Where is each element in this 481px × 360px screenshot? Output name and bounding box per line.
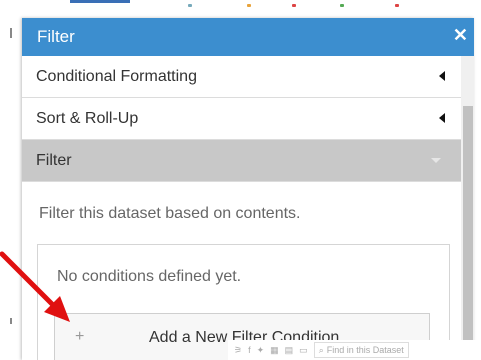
search-icon: ⌕ [318,344,324,355]
no-conditions-text: No conditions defined yet. [57,268,242,285]
accordion-sort-rollup[interactable]: Sort & Roll-Up [22,98,461,140]
filter-panel: Filter ✕ Conditional Formatting Sort & R… [22,18,474,360]
search-input[interactable]: ⌕ Find in this Dataset [313,342,409,358]
background-dot [395,4,399,7]
grid-view-icon[interactable]: ▦ [270,345,279,356]
background-blue-line [70,0,130,3]
accordion-filter[interactable]: Filter [22,140,461,182]
caret-left-icon [439,71,445,81]
panel-title: Filter [37,27,75,46]
list-view-icon[interactable]: ▭ [299,345,308,356]
arrow-shaft [0,251,59,311]
search-placeholder: Find in this Dataset [326,345,404,355]
background-dot [292,4,296,7]
plus-icon: + [75,328,85,345]
panel-scrollbar[interactable] [461,56,474,360]
caret-left-icon [439,113,445,123]
background-dot [188,4,192,7]
table-view-icon[interactable]: ▤ [285,345,294,356]
twitter-icon[interactable]: ✦ [257,345,265,356]
red-arrow-annotation [0,251,70,322]
panel-header: Filter ✕ [22,18,474,56]
background-footer-toolbar: ⚞ f ✦ ▦ ▤ ▭ ⌕ Find in this Dataset [228,340,480,360]
accordion-label: Filter [36,151,72,169]
accordion-label: Conditional Formatting [36,67,197,85]
close-icon[interactable]: ✕ [453,25,468,46]
facebook-icon[interactable]: f [248,345,251,355]
filter-description: Filter this dataset based on contents. [39,205,301,222]
background-top-bar [0,0,481,20]
accordion-label: Sort & Roll-Up [36,109,139,127]
rss-icon[interactable]: ⚞ [234,345,242,356]
scrollbar-thumb[interactable] [463,106,473,360]
caret-down-icon [431,158,441,163]
background-dot [247,4,251,7]
left-edge-mark [10,28,12,38]
background-dot [340,4,344,7]
accordion-conditional-formatting[interactable]: Conditional Formatting [22,56,461,98]
